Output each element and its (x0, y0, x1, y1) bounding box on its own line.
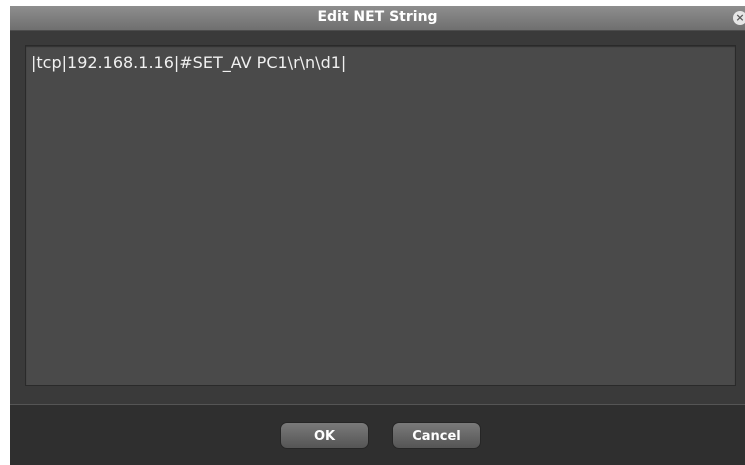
edit-net-string-dialog: Edit NET String × |tcp|192.168.1.16|#SET… (10, 6, 745, 465)
dialog-footer: OK Cancel (10, 405, 745, 465)
net-string-textarea[interactable]: |tcp|192.168.1.16|#SET_AV PC1\r\n\d1| (25, 45, 736, 386)
dialog-title: Edit NET String (317, 9, 438, 25)
cancel-button[interactable]: Cancel (392, 422, 481, 449)
net-string-value: |tcp|192.168.1.16|#SET_AV PC1\r\n\d1| (31, 53, 347, 72)
close-icon[interactable]: × (733, 11, 745, 25)
ok-button[interactable]: OK (280, 422, 369, 449)
dialog-titlebar: Edit NET String × (10, 6, 745, 31)
